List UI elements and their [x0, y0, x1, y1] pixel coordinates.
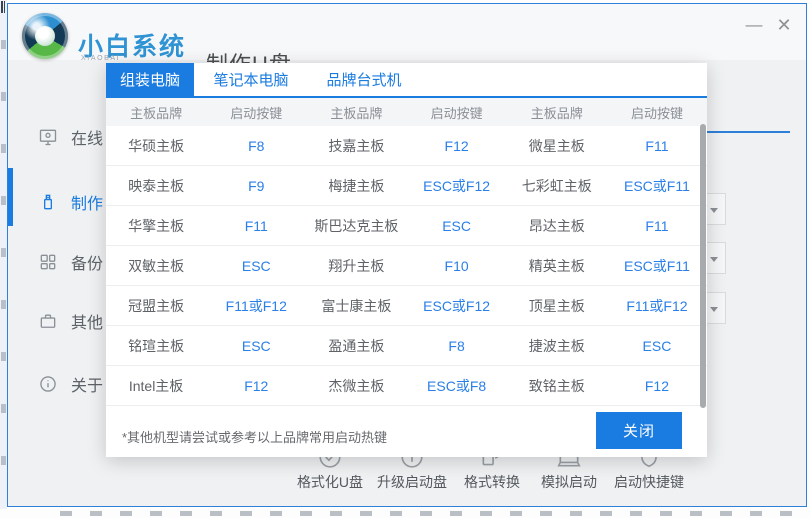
dialog-footer-note: *其他机型请尝试或参考以上品牌常用启动热键 — [122, 430, 388, 445]
brand-cell: 富士康主板 — [321, 297, 392, 314]
brand-cell: 梅捷主板 — [328, 177, 385, 194]
briefcase-icon — [38, 311, 58, 331]
sidebar-item-label: 制作 — [71, 196, 104, 213]
sidebar-item-label: 备份 — [71, 256, 104, 273]
titlebar: 小白系统 XIAOBAI 制作U盘 — ✕ — [8, 4, 806, 77]
boot-hotkey-dialog: 组装电脑 笔记本电脑 品牌台式机 主板品牌 启动按键 主板品牌 启动按键 主板品牌 启动按… — [106, 63, 707, 457]
sidebar-item-make-usb[interactable]: 制作 — [38, 183, 114, 221]
brand-cell: Intel主板 — [128, 377, 184, 394]
brand-cell: 昂达主板 — [528, 217, 585, 234]
app-window: 小白系统 XIAOBAI 制作U盘 — ✕ 在线 制作 — [7, 3, 807, 507]
brand-cell: 技嘉主板 — [328, 137, 385, 154]
brand-subtitle: XIAOBAI — [81, 55, 121, 62]
brand-cell: 映泰主板 — [128, 177, 185, 194]
brand-cell: 华擎主板 — [128, 217, 185, 234]
column-header: 启动按键 — [630, 105, 683, 121]
boot-key-cell: F11或F12 — [225, 297, 287, 314]
info-icon — [38, 374, 58, 394]
brand-cell: 七彩虹主板 — [521, 177, 592, 194]
minimize-button[interactable]: — — [742, 13, 766, 37]
boot-key-cell: F11 — [645, 217, 669, 234]
dialog-close-button[interactable]: 关闭 — [596, 412, 682, 449]
dialog-tab-bar: 组装电脑 笔记本电脑 品牌台式机 — [106, 63, 707, 98]
brand-cell: 斯巴达克主板 — [314, 217, 399, 234]
usb-icon — [38, 192, 58, 212]
table-header-row: 主板品牌 启动按键 主板品牌 启动按键 主板品牌 启动按键 — [106, 98, 707, 126]
table-row: 冠盟主板 F11或F12 富士康主板 ESC或F12 顶星主板 F11或F12 — [106, 286, 707, 326]
boot-key-cell: ESC — [642, 337, 672, 354]
sidebar-item-label: 关于 — [71, 378, 104, 395]
close-window-button[interactable]: ✕ — [772, 13, 796, 37]
brand-cell: 致铭主板 — [528, 377, 585, 394]
sidebar-item-about[interactable]: 关于 — [38, 365, 114, 403]
brand-cell: 微星主板 — [528, 137, 585, 154]
boot-key-cell: F12 — [444, 137, 469, 154]
background-window-text-artifacts-bottom — [60, 511, 810, 516]
boot-key-cell: F11 — [645, 137, 669, 154]
boot-key-cell: ESC或F11 — [624, 257, 690, 274]
brand-cell: 铭瑄主板 — [128, 337, 185, 354]
boot-key-cell: F9 — [248, 177, 265, 194]
brand-cell: 杰微主板 — [328, 377, 385, 394]
boot-key-cell: F10 — [444, 257, 469, 274]
boot-key-cell: ESC — [241, 337, 271, 354]
boot-key-cell: ESC或F12 — [423, 297, 491, 314]
sidebar-active-indicator — [8, 168, 13, 226]
sidebar-item-label: 在线 — [71, 131, 104, 148]
boot-key-cell: ESC或F11 — [624, 177, 690, 194]
background-window-glyph — [0, 0, 6, 15]
brand-cell: 顶星主板 — [528, 297, 585, 314]
boot-key-cell: F12 — [244, 377, 269, 394]
sidebar-item-online-reinstall[interactable]: 在线 — [38, 118, 114, 156]
brand-cell: 冠盟主板 — [128, 297, 185, 314]
column-header: 启动按键 — [230, 105, 283, 121]
table-row: 华硕主板 F8 技嘉主板 F12 微星主板 F11 — [106, 126, 707, 166]
brand-cell: 华硕主板 — [128, 137, 185, 154]
boot-key-cell: ESC — [442, 217, 471, 234]
boot-key-cell: ESC或F8 — [427, 377, 487, 394]
table-row: 映泰主板 F9 梅捷主板 ESC或F12 七彩虹主板 ESC或F11 — [106, 166, 707, 206]
boot-key-cell: ESC — [241, 257, 271, 274]
tab-assembled-pc[interactable]: 组装电脑 — [106, 63, 194, 98]
scrollbar-thumb[interactable] — [700, 124, 706, 408]
tab-laptop[interactable]: 笔记本电脑 — [194, 63, 308, 98]
column-header: 主板品牌 — [530, 105, 583, 121]
brand-cell: 盈通主板 — [328, 337, 385, 354]
brand-cell: 精英主板 — [528, 257, 585, 274]
brand-cell: 捷波主板 — [528, 337, 585, 354]
sidebar-item-label: 其他 — [71, 315, 104, 332]
xiaobai-logo-icon — [22, 13, 68, 59]
sidebar-item-other[interactable]: 其他 — [38, 302, 114, 340]
boot-key-cell: F8 — [248, 137, 265, 154]
brand-cell: 双敏主板 — [128, 257, 185, 274]
section-underline — [706, 131, 790, 133]
background-window-text-artifacts — [1, 40, 6, 500]
boot-key-cell: F8 — [448, 337, 465, 354]
sidebar-item-backup-restore[interactable]: 备份 — [38, 243, 114, 281]
boot-key-cell: F11 — [244, 217, 268, 234]
table-row: 华擎主板 F11 斯巴达克主板 ESC 昂达主板 F11 — [106, 206, 707, 246]
table-row: 铭瑄主板 ESC 盈通主板 F8 捷波主板 ESC — [106, 326, 707, 366]
column-header: 主板品牌 — [130, 105, 183, 121]
boot-key-cell: F11或F12 — [626, 297, 688, 314]
column-header: 启动按键 — [430, 105, 483, 121]
toolbar-item-label: 启动快捷键 — [614, 474, 684, 490]
grid-icon — [38, 252, 58, 272]
table-row: Intel主板 F12 杰微主板 ESC或F8 致铭主板 F12 — [106, 366, 707, 406]
boot-key-cell: F12 — [644, 377, 669, 394]
tab-brand-desktop[interactable]: 品牌台式机 — [308, 63, 420, 98]
table-body: 华硕主板 F8 技嘉主板 F12 微星主板 F11 映泰主板 F9 梅捷主板 ESC或F12 七彩虹… — [106, 126, 707, 406]
column-header: 主板品牌 — [330, 105, 383, 121]
table-row: 双敏主板 ESC 翔升主板 F10 精英主板 ESC或F11 — [106, 246, 707, 286]
boot-key-cell: ESC或F12 — [423, 177, 491, 194]
monitor-icon — [38, 127, 58, 147]
brand-cell: 翔升主板 — [328, 257, 385, 274]
